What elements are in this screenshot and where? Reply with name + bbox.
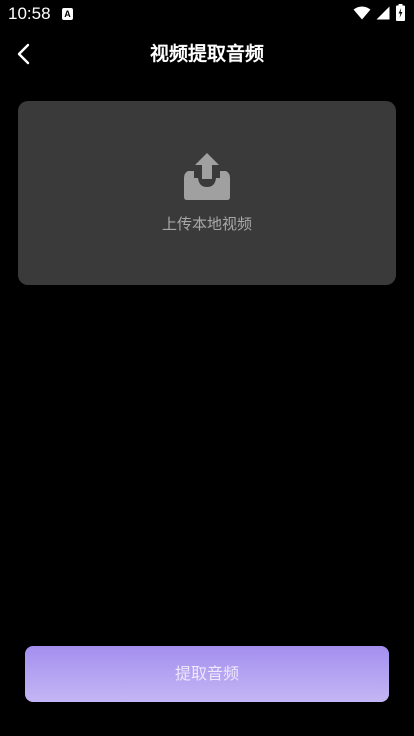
- page-title: 视频提取音频: [149, 43, 264, 65]
- header: 视频提取音频: [0, 30, 414, 78]
- notification-a-icon: A: [62, 8, 73, 20]
- wifi-icon: [353, 6, 371, 20]
- battery-icon: [396, 4, 405, 21]
- extract-audio-button[interactable]: 提取音频: [25, 646, 389, 702]
- signal-icon: [376, 6, 390, 20]
- upload-label: 上传本地视频: [161, 215, 252, 233]
- upload-local-video-card[interactable]: 上传本地视频: [18, 101, 396, 285]
- status-time: 10:58: [8, 4, 51, 23]
- status-bar: 10:58 A: [0, 0, 414, 28]
- upload-tray-icon: [184, 153, 230, 200]
